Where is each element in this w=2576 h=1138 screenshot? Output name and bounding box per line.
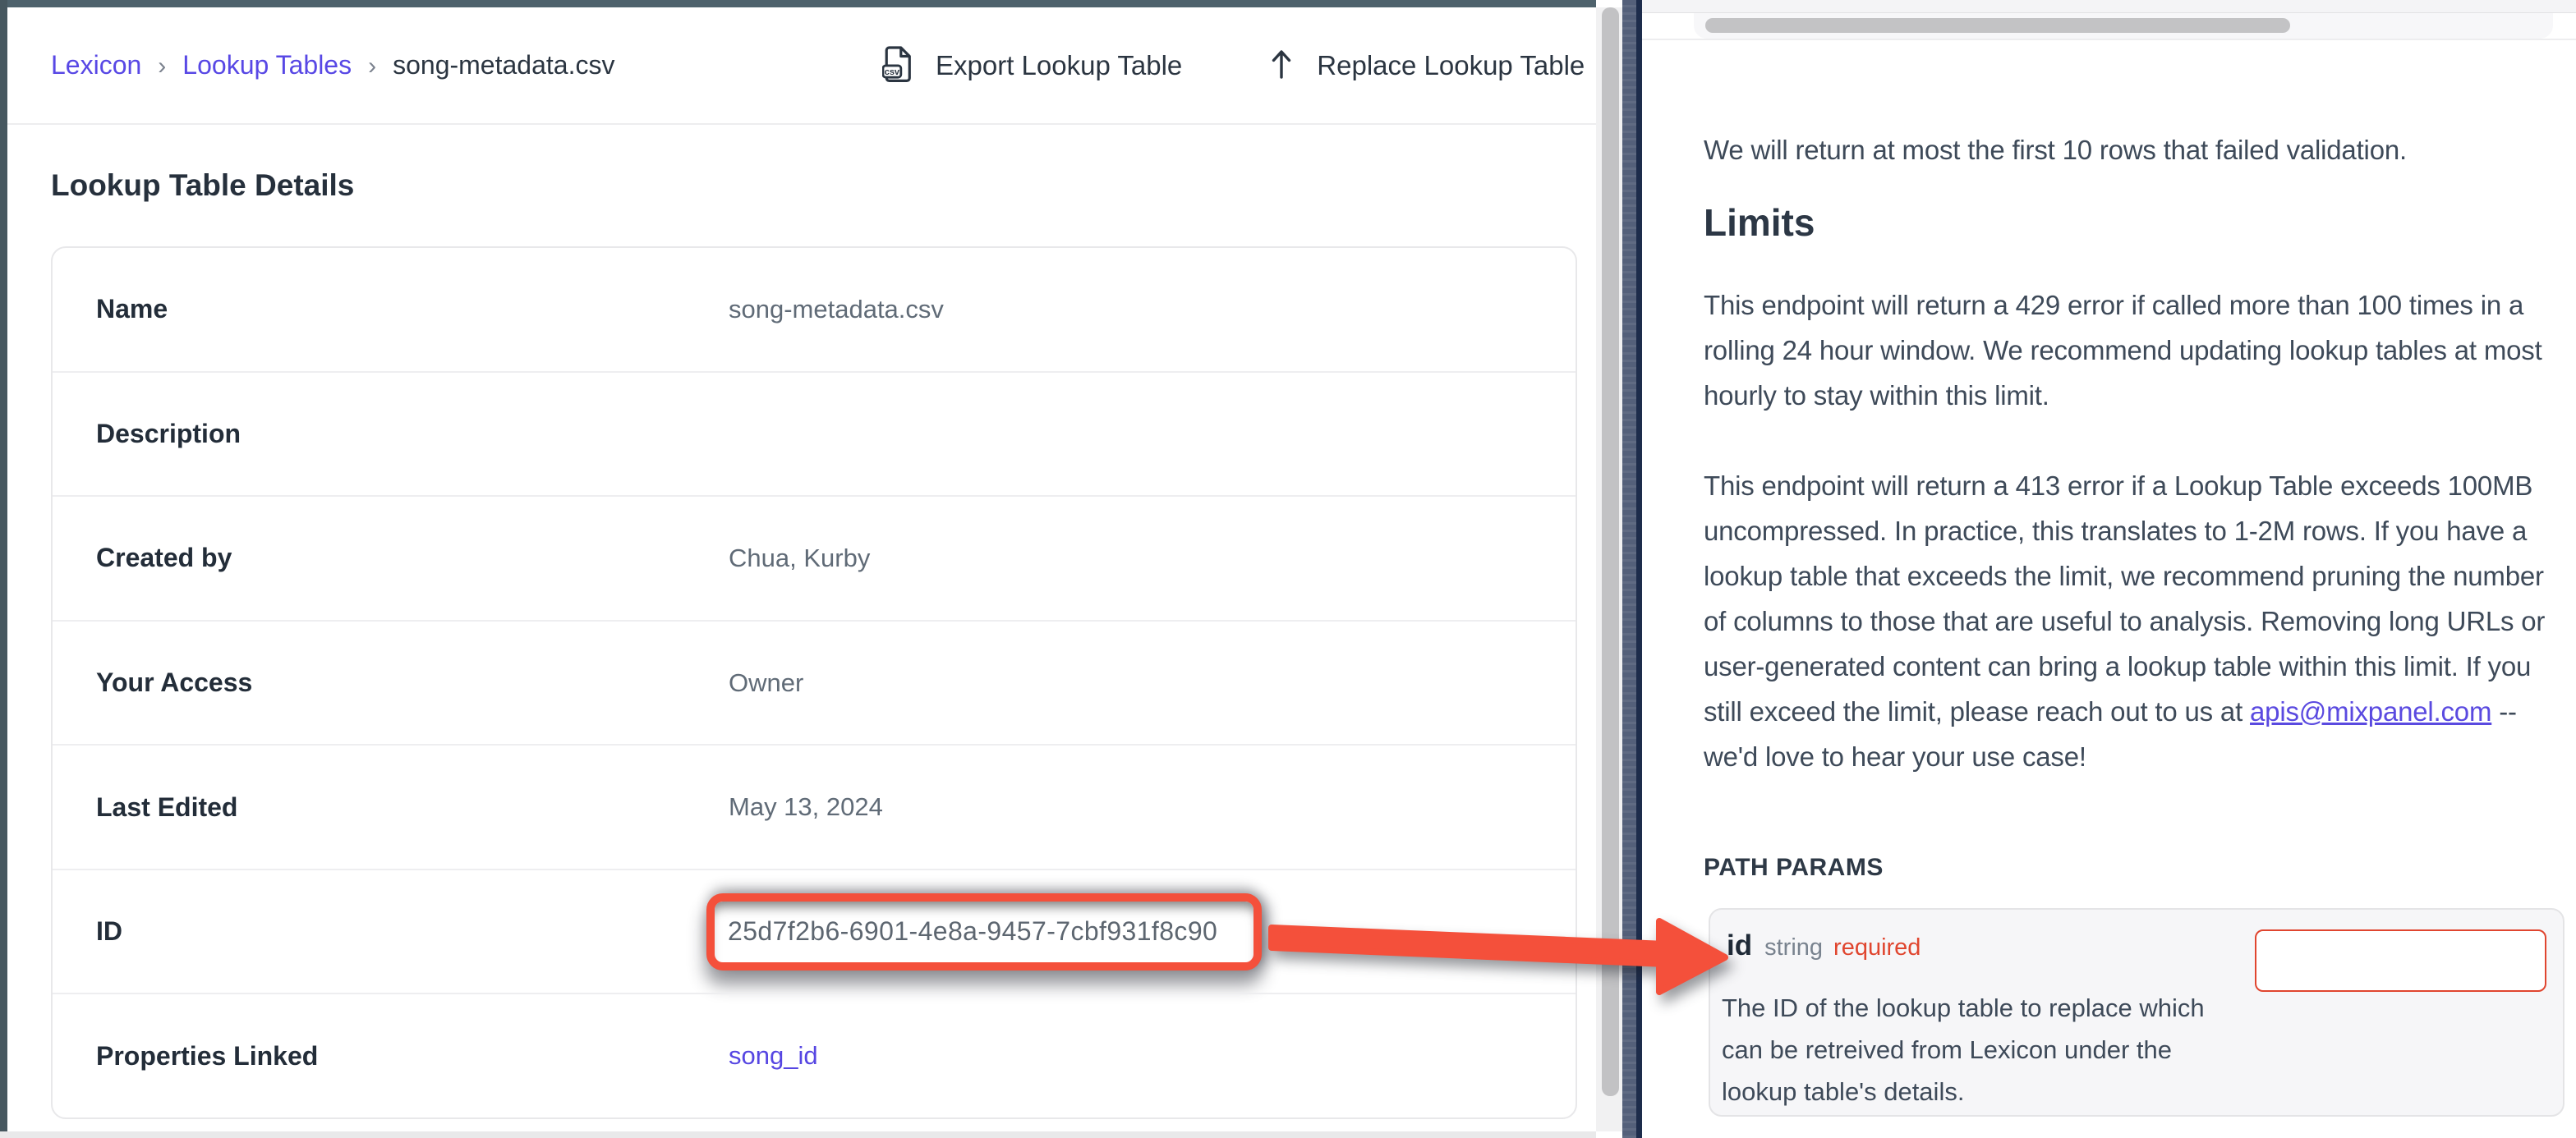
replace-button-label: Replace Lookup Table: [1317, 50, 1585, 81]
chevron-right-icon: ›: [158, 51, 166, 80]
detail-row-created-by: Created by Chua, Kurby: [53, 495, 1576, 620]
frame-bottom-strip: [0, 1131, 1596, 1138]
arrow-up-icon: [1269, 48, 1294, 83]
detail-row-properties-linked: Properties Linked song_id: [53, 993, 1576, 1117]
limits-paragraph-413: This endpoint will return a 413 error if…: [1704, 463, 2558, 779]
lookup-table-details-card: Name song-metadata.csv Description Creat…: [51, 246, 1577, 1119]
detail-row-your-access: Your Access Owner: [53, 620, 1576, 745]
header-actions: csv Export Lookup Table Replace Lookup T…: [882, 7, 1585, 123]
detail-row-name: Name song-metadata.csv: [53, 248, 1576, 371]
export-button-label: Export Lookup Table: [936, 50, 1182, 81]
red-highlight-box: 25d7f2b6-6901-4e8a-9457-7cbf931f8c90: [706, 893, 1262, 971]
breadcrumb: Lexicon › Lookup Tables › song-metadata.…: [51, 7, 614, 123]
docs-intro-text: We will return at most the first 10 rows…: [1704, 127, 2407, 172]
detail-row-description: Description: [53, 371, 1576, 496]
docs-top-border: [1642, 39, 2576, 40]
param-type: string: [1764, 934, 1823, 961]
breadcrumb-link-lexicon[interactable]: Lexicon: [51, 50, 141, 80]
detail-row-last-edited: Last Edited May 13, 2024: [53, 744, 1576, 869]
row-label: Name: [53, 294, 729, 324]
param-name: id: [1727, 929, 1752, 962]
lookup-table-id-value: 25d7f2b6-6901-4e8a-9457-7cbf931f8c90: [728, 916, 1217, 947]
detail-row-id: ID 25d7f2b6-6901-4e8a-9457-7cbf931f8c90: [53, 869, 1576, 993]
row-label: Created by: [53, 543, 729, 573]
paragraph-text: This endpoint will return a 413 error if…: [1704, 470, 2545, 727]
breadcrumb-current: song-metadata.csv: [393, 50, 614, 80]
row-value: song-metadata.csv: [729, 295, 944, 324]
row-value: May 13, 2024: [729, 792, 883, 822]
id-param-input[interactable]: [2255, 929, 2546, 992]
row-label: Description: [53, 419, 729, 449]
replace-lookup-table-button[interactable]: Replace Lookup Table: [1269, 48, 1585, 83]
screenshot-root: Lexicon › Lookup Tables › song-metadata.…: [0, 0, 2576, 1138]
limits-paragraph-429: This endpoint will return a 429 error if…: [1704, 282, 2558, 418]
path-param-card: id string required The ID of the lookup …: [1709, 908, 2564, 1117]
divider-texture: [1622, 0, 1636, 1138]
path-params-heading: PATH PARAMS: [1704, 854, 1884, 882]
horizontal-scrollbar-thumb[interactable]: [1705, 18, 2290, 33]
page-title: Lookup Table Details: [51, 168, 354, 203]
vertical-scrollbar-thumb[interactable]: [1602, 7, 1619, 1096]
frame-top-bar: [0, 0, 1596, 7]
export-lookup-table-button[interactable]: csv Export Lookup Table: [882, 45, 1182, 85]
row-label: Properties Linked: [53, 1041, 729, 1071]
page-header: Lexicon › Lookup Tables › song-metadata.…: [7, 7, 1596, 125]
lookup-table-page: Lexicon › Lookup Tables › song-metadata.…: [7, 7, 1596, 1131]
row-value: Chua, Kurby: [729, 544, 870, 573]
svg-text:csv: csv: [885, 67, 900, 77]
param-header: id string required: [1727, 929, 1920, 962]
frame-left-bar: [0, 0, 7, 1131]
param-description: The ID of the lookup table to replace wh…: [1722, 987, 2224, 1113]
breadcrumb-link-lookup-tables[interactable]: Lookup Tables: [182, 50, 352, 80]
limits-heading: Limits: [1704, 200, 1815, 245]
row-label: Last Edited: [53, 792, 729, 823]
row-value: Owner: [729, 668, 803, 698]
row-label: Your Access: [53, 668, 729, 698]
docs-top-bar: [1642, 0, 2576, 13]
horizontal-scrollbar-track[interactable]: [1694, 13, 2553, 39]
panel-divider: [1622, 0, 1642, 1138]
api-docs-panel: We will return at most the first 10 rows…: [1642, 0, 2576, 1138]
linked-property-link[interactable]: song_id: [729, 1041, 818, 1071]
csv-file-icon: csv: [882, 45, 913, 85]
param-required-badge: required: [1833, 934, 1920, 961]
row-label: ID: [53, 916, 706, 947]
apis-mixpanel-email-link[interactable]: apis@mixpanel.com: [2250, 696, 2491, 727]
chevron-right-icon: ›: [368, 51, 376, 80]
